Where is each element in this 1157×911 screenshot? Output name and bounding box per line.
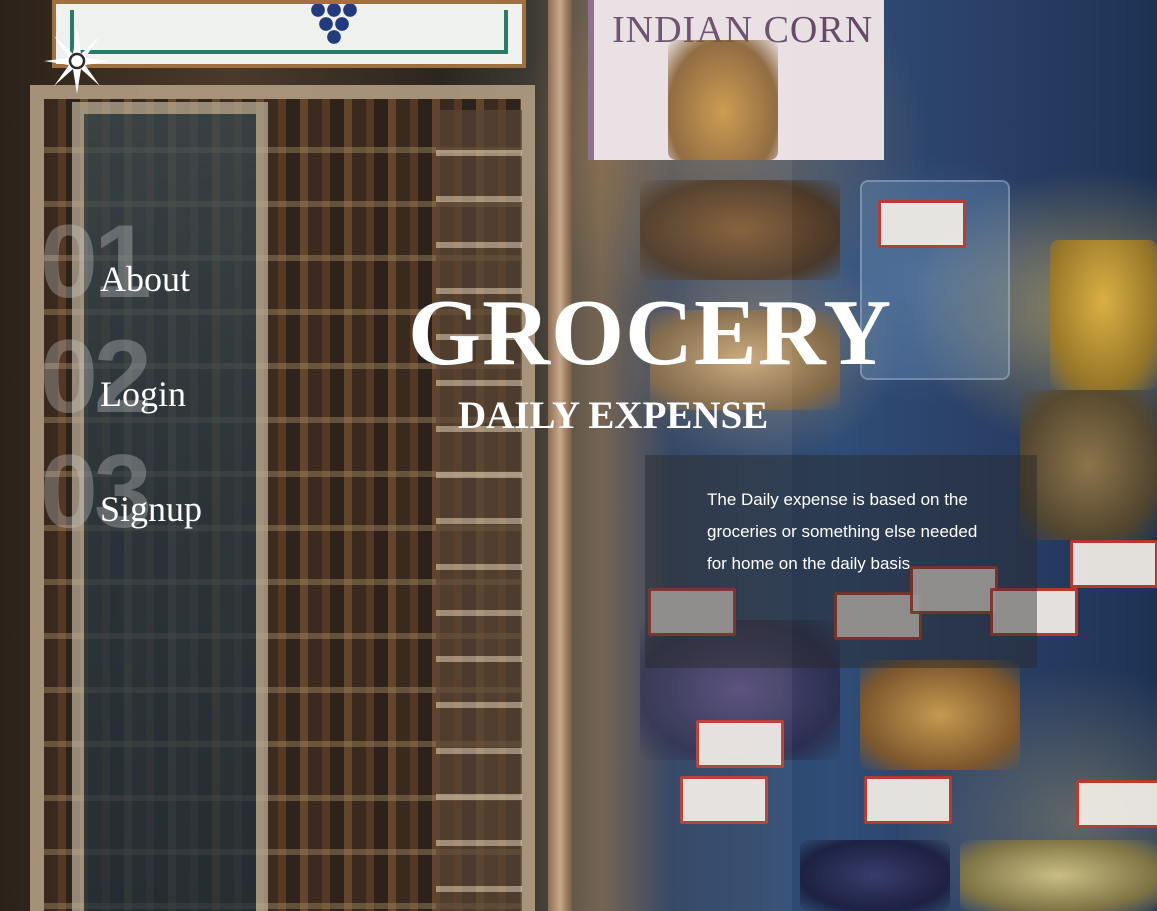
nav-item-about[interactable]: 01 About <box>40 210 240 314</box>
shop-sign-image <box>52 0 526 68</box>
grape-crate-image <box>800 840 950 911</box>
nav-label: Signup <box>100 489 203 529</box>
wall-pillar-image <box>548 0 572 911</box>
shop-shelves-image <box>436 110 522 911</box>
hero-background-photo: INDIAN CORN 01 About 02 Login 03 Signup … <box>0 0 1157 911</box>
cantaloupe-image <box>1020 390 1157 540</box>
apricot-crate-image <box>860 660 1020 770</box>
price-tag <box>878 200 966 248</box>
price-tag <box>1076 780 1157 828</box>
nav-label: About <box>100 259 190 299</box>
grapes-decoration <box>306 4 366 44</box>
nav-item-login[interactable]: 02 Login <box>40 325 240 429</box>
melon-image <box>1050 240 1157 390</box>
hero-description: The Daily expense is based on the grocer… <box>707 490 978 573</box>
nav-label: Login <box>100 374 186 414</box>
nav-item-signup[interactable]: 03 Signup <box>40 440 240 544</box>
price-tag <box>1070 540 1157 588</box>
hero-title: GROCERY <box>408 281 893 385</box>
price-tag <box>864 776 952 824</box>
star-burst-logo-icon[interactable] <box>44 28 110 94</box>
hero-subtitle: DAILY EXPENSE <box>458 394 769 437</box>
chickpea-bag-image <box>960 840 1157 911</box>
